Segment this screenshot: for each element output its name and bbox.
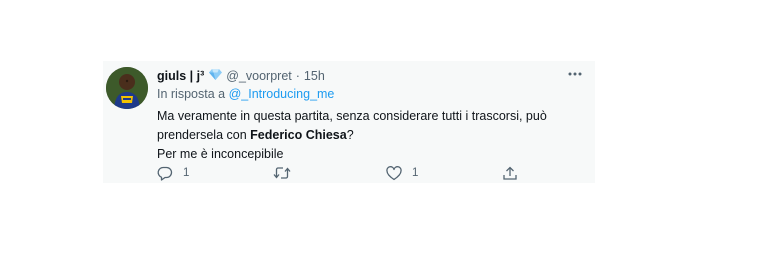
reply-icon <box>157 166 173 181</box>
retweet-button[interactable] <box>273 164 301 182</box>
tweet-text: Ma veramente in questa partita, senza co… <box>157 107 587 164</box>
tweet-text-segment: prendersela con <box>157 128 247 142</box>
tweet-actions: 1 1 <box>157 164 537 182</box>
mentioned-name: Federico Chiesa <box>250 128 347 142</box>
tweet-text-line-2: prendersela con Federico Chiesa? <box>157 126 587 145</box>
author-name[interactable]: giuls | j³ <box>157 69 204 83</box>
tweet-card[interactable]: giuls | j³ @_voorpret · 15h In risposta … <box>103 61 595 183</box>
more-options-icon[interactable] <box>565 67 585 81</box>
tweet-text-segment: ? <box>346 128 354 142</box>
like-button[interactable]: 1 <box>386 164 418 182</box>
author-handle[interactable]: @_voorpret <box>226 69 292 83</box>
avatar[interactable] <box>106 67 148 109</box>
tweet-text-line-1: Ma veramente in questa partita, senza co… <box>157 109 547 123</box>
reply-to-handle-link[interactable]: @_Introducing_me <box>229 87 335 101</box>
retweet-icon <box>273 167 291 179</box>
like-count: 1 <box>412 167 419 179</box>
reply-context: In risposta a @_Introducing_me <box>157 87 334 101</box>
tweet-text-line-3: Per me è inconcepibile <box>157 147 284 161</box>
reply-prefix: In risposta a <box>157 87 226 101</box>
reply-count: 1 <box>183 167 190 179</box>
reply-button[interactable]: 1 <box>157 164 189 182</box>
diamond-icon <box>209 69 223 83</box>
tweet-header: giuls | j³ @_voorpret · 15h <box>157 67 325 85</box>
separator-dot: · <box>295 69 300 83</box>
tweet-timestamp[interactable]: 15h <box>304 69 325 83</box>
share-button[interactable] <box>502 164 518 182</box>
share-icon <box>503 166 517 180</box>
heart-icon <box>386 165 402 180</box>
